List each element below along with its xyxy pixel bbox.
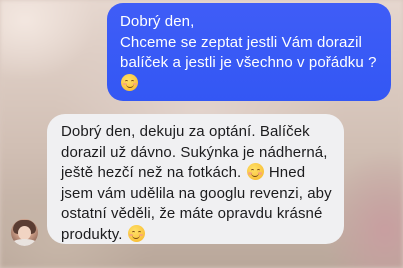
message-text: ještě hezčí než na fotkách. xyxy=(61,164,242,181)
message-text: produkty. xyxy=(61,225,123,243)
message-line: produkty. xyxy=(61,224,334,246)
outgoing-message-bubble[interactable]: Dobrý den, Chceme se zeptat jestli Vám d… xyxy=(107,3,391,101)
message-text: Hned xyxy=(268,164,306,181)
message-line: Chceme se zeptat jestli Vám dorazil xyxy=(120,33,362,51)
message-line xyxy=(120,73,381,95)
smiling-blush-emoji-icon xyxy=(127,224,145,242)
sender-avatar[interactable] xyxy=(11,219,38,246)
message-line: ostatní věděli, že máte opravdu krásné xyxy=(61,205,323,222)
smiling-blush-emoji-icon xyxy=(246,163,264,180)
message-line: dorazil už dávno. Sukýnka je nádherná, xyxy=(61,143,328,161)
message-line: Dobrý den, xyxy=(120,13,195,30)
message-line: jsem vám udělila na googlu revenzi, aby xyxy=(61,184,332,202)
message-line: balíček a jestli je všechno v pořádku ? xyxy=(120,54,377,71)
incoming-message-bubble[interactable]: Dobrý den, dekuju za optání. Balíček dor… xyxy=(47,114,344,244)
message-line: Dobrý den, dekuju za optání. Balíček xyxy=(61,123,310,140)
message-thread: Dobrý den, Chceme se zeptat jestli Vám d… xyxy=(0,0,403,268)
message-line: ještě hezčí než na fotkách. Hned xyxy=(61,163,334,184)
smiling-blush-emoji-icon xyxy=(121,73,138,91)
